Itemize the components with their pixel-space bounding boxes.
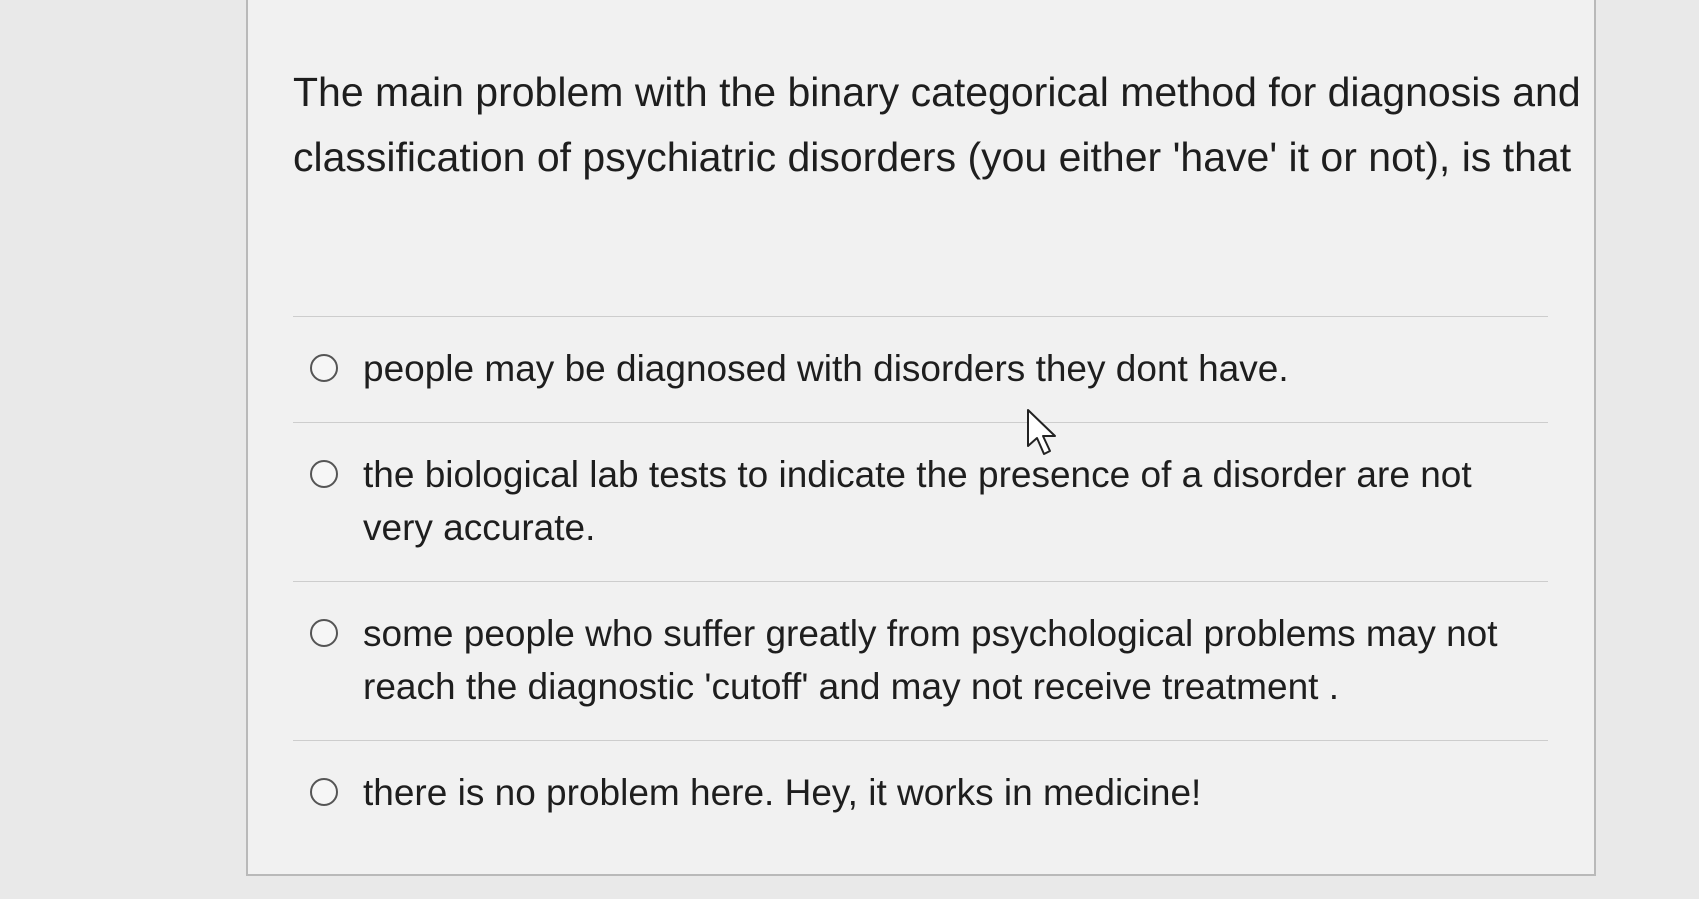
answer-option-2[interactable]: the biological lab tests to indicate the… (293, 422, 1548, 581)
answer-option-label[interactable]: there is no problem here. Hey, it works … (363, 766, 1201, 819)
answer-options: people may be diagnosed with disorders t… (293, 316, 1548, 846)
answer-option-3[interactable]: some people who suffer greatly from psyc… (293, 581, 1548, 740)
answer-option-label[interactable]: some people who suffer greatly from psyc… (363, 607, 1548, 713)
question-card: The main problem with the binary categor… (246, 0, 1596, 876)
radio-button-icon[interactable] (310, 354, 338, 382)
answer-option-label[interactable]: people may be diagnosed with disorders t… (363, 342, 1289, 395)
radio-button-icon[interactable] (310, 778, 338, 806)
answer-option-1[interactable]: people may be diagnosed with disorders t… (293, 316, 1548, 422)
radio-button-icon[interactable] (310, 460, 338, 488)
answer-option-4[interactable]: there is no problem here. Hey, it works … (293, 740, 1548, 846)
mouse-pointer-icon (1027, 409, 1056, 455)
question-text: The main problem with the binary categor… (293, 69, 1581, 180)
radio-button-icon[interactable] (310, 619, 338, 647)
answer-option-label[interactable]: the biological lab tests to indicate the… (363, 448, 1548, 554)
